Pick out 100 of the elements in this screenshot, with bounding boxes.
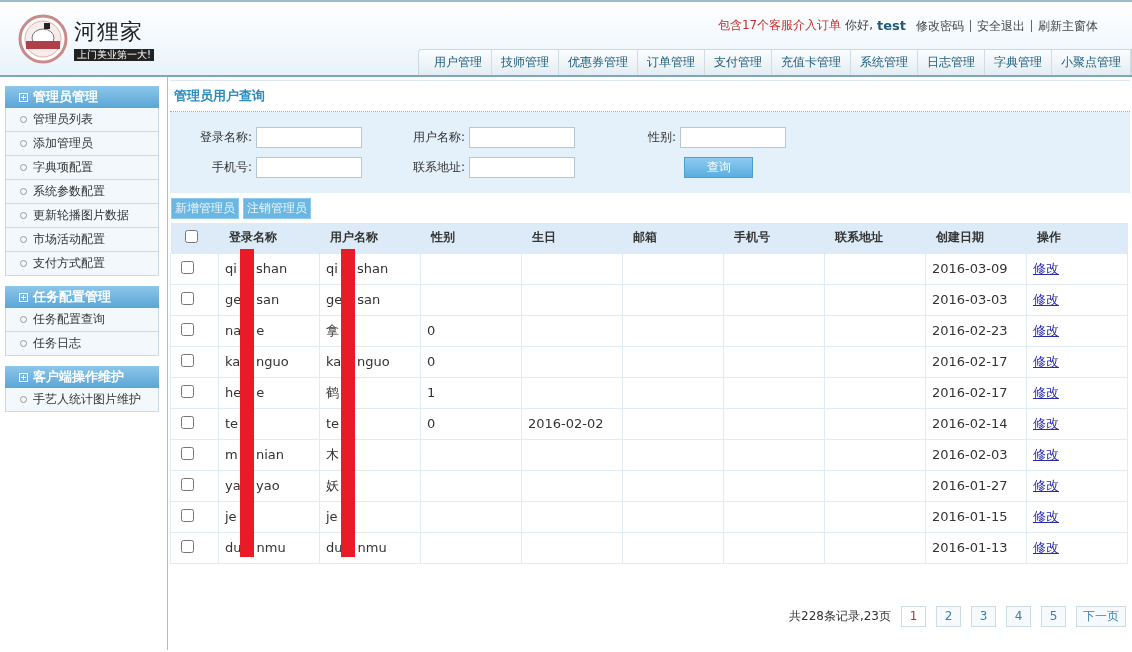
section-title: 任务配置管理 xyxy=(33,288,111,306)
column-header: 用户名称 xyxy=(319,223,421,253)
input-field[interactable] xyxy=(256,156,362,178)
circle-icon xyxy=(20,396,27,403)
edit-link[interactable]: 修改 xyxy=(1033,539,1059,555)
circle-icon xyxy=(20,340,27,347)
table-cell-text: je xyxy=(225,509,238,524)
circle-icon xyxy=(20,316,27,323)
column-header: 生日 xyxy=(521,223,623,253)
sidebar-item[interactable]: 任务配置查询 xyxy=(5,308,159,332)
logo-drawing xyxy=(18,13,68,64)
sidebar-item[interactable]: 市场活动配置 xyxy=(5,228,159,252)
sidebar-item[interactable]: 管理员列表 xyxy=(5,108,159,132)
input-field[interactable] xyxy=(469,126,575,148)
row-checkbox[interactable] xyxy=(181,477,194,491)
page-button[interactable]: 下一页 xyxy=(1076,605,1126,627)
sidebar-item[interactable]: 系统参数配置 xyxy=(5,180,159,204)
nav-tab[interactable]: 字典管理 xyxy=(985,50,1052,75)
row-checkbox[interactable] xyxy=(181,260,194,274)
row-checkbox[interactable] xyxy=(181,415,194,429)
nav-tab[interactable]: 系统管理 xyxy=(851,50,918,75)
nav-tab[interactable]: 充值卡管理 xyxy=(772,50,851,75)
table-cell-text: na e xyxy=(225,323,265,338)
input-field[interactable] xyxy=(469,156,575,178)
edit-link[interactable]: 修改 xyxy=(1033,291,1059,307)
row-checkbox[interactable] xyxy=(181,508,194,522)
table-cell-text: ka nguo xyxy=(326,354,390,369)
edit-link[interactable]: 修改 xyxy=(1033,384,1059,400)
row-checkbox[interactable] xyxy=(181,539,194,553)
table-cell-text: 0 xyxy=(427,323,436,338)
sidebar-item[interactable]: 字典项配置 xyxy=(5,156,159,180)
greeting-text: 你好, xyxy=(845,17,873,34)
table-cell-text: qi shan xyxy=(225,261,288,276)
row-checkbox[interactable] xyxy=(181,322,194,336)
header-link[interactable]: 刷新主窗体 xyxy=(1031,19,1104,32)
field-label: 用户名称: xyxy=(411,129,466,146)
field-label: 登录名称: xyxy=(198,129,253,146)
nav-tab[interactable]: 日志管理 xyxy=(918,50,985,75)
edit-link[interactable]: 修改 xyxy=(1033,508,1059,524)
page-button[interactable]: 5 xyxy=(1041,605,1066,627)
sidebar-item[interactable]: 支付方式配置 xyxy=(5,252,159,276)
edit-link[interactable]: 修改 xyxy=(1033,353,1059,369)
field-label: 性别: xyxy=(646,129,677,146)
table-cell-text: qi shan xyxy=(326,261,389,276)
edit-link[interactable]: 修改 xyxy=(1033,415,1059,431)
alert-link[interactable]: 包含17个客服介入订单 xyxy=(717,17,842,34)
column-header: 手机号 xyxy=(723,223,825,253)
section-title: 客户端操作维护 xyxy=(33,368,124,386)
table-cell-text: je xyxy=(326,509,339,524)
sidebar-item[interactable]: 任务日志 xyxy=(5,332,159,356)
table-cell-text: 2016-03-09 xyxy=(932,261,1008,276)
table-cell-text: 拿 xyxy=(326,321,340,340)
field-label: 联系地址: xyxy=(411,159,466,176)
row-checkbox[interactable] xyxy=(181,353,194,367)
edit-link[interactable]: 修改 xyxy=(1033,322,1059,338)
field-label: 手机号: xyxy=(210,159,253,176)
nav-tab[interactable]: 小聚点管理 xyxy=(1052,50,1131,75)
edit-link[interactable]: 修改 xyxy=(1033,446,1059,462)
table-cell-text: 2016-02-23 xyxy=(932,323,1008,338)
column-header: 创建日期 xyxy=(925,223,1027,253)
nav-tab[interactable]: 用户管理 xyxy=(425,50,492,75)
circle-icon xyxy=(20,212,27,219)
input-field[interactable] xyxy=(256,126,362,148)
column-header: 操作 xyxy=(1026,223,1128,253)
sidebar-item[interactable]: 更新轮播图片数据 xyxy=(5,204,159,228)
section-title: 管理员管理 xyxy=(33,88,98,106)
page-button[interactable]: 3 xyxy=(971,605,996,627)
page-button[interactable]: 1 xyxy=(901,605,926,627)
table-cell-text: 2016-01-15 xyxy=(932,509,1008,524)
row-checkbox[interactable] xyxy=(181,446,194,460)
page-button[interactable]: 2 xyxy=(936,605,961,627)
table-cell-text: m nian xyxy=(225,447,285,462)
sidebar-item[interactable]: 手艺人统计图片维护 xyxy=(5,388,159,412)
table-cell-text: ge san xyxy=(326,292,381,307)
select-all-checkbox[interactable] xyxy=(184,229,198,243)
edit-link[interactable]: 修改 xyxy=(1033,260,1059,276)
circle-icon xyxy=(20,236,27,243)
table-cell-text: ge san xyxy=(225,292,280,307)
edit-link[interactable]: 修改 xyxy=(1033,477,1059,493)
row-checkbox[interactable] xyxy=(181,384,194,398)
header-link[interactable]: 安全退出 xyxy=(970,19,1031,32)
nav-tab[interactable]: 支付管理 xyxy=(705,50,772,75)
nav-tab[interactable]: 订单管理 xyxy=(638,50,705,75)
input-field[interactable] xyxy=(680,126,786,148)
row-checkbox[interactable] xyxy=(181,291,194,305)
circle-icon xyxy=(20,116,27,123)
header-link[interactable]: 修改密码 xyxy=(910,19,970,32)
sidebar-item[interactable]: 添加管理员 xyxy=(5,132,159,156)
table-cell-text: ya yao xyxy=(225,478,280,493)
nav-tab[interactable]: 优惠券管理 xyxy=(559,50,638,75)
table-cell-text: 2016-03-03 xyxy=(932,292,1008,307)
table-cell-text: 2016-02-17 xyxy=(932,354,1008,369)
circle-icon xyxy=(20,260,27,267)
table-cell-text: du nmu xyxy=(326,540,387,555)
circle-icon xyxy=(20,140,27,147)
column-header: 联系地址 xyxy=(824,223,926,253)
table-cell-text: 鹤 xyxy=(326,383,340,402)
nav-tab[interactable]: 技师管理 xyxy=(492,50,559,75)
table-cell-text: te xyxy=(225,416,240,431)
page-button[interactable]: 4 xyxy=(1006,605,1031,627)
